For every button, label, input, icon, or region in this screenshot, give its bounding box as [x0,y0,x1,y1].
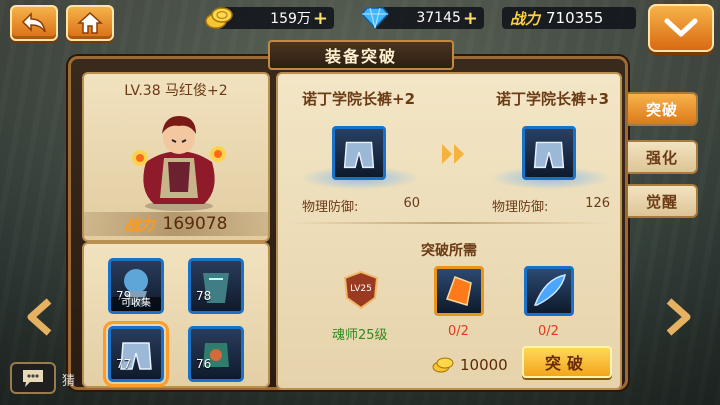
upgrade-arrow-icon [442,144,464,164]
current-stat-label: 物理防御: [302,200,359,215]
chat-button[interactable] [10,362,56,394]
crystal-icon [446,276,472,306]
equipment-icon [203,343,229,367]
breakthrough-panel: 诺丁学院长裤+2 诺丁学院长裤+3 物理防御: 60 物理防御: 126 突破所… [276,72,622,390]
tab-breakthrough[interactable]: 突破 [628,92,698,126]
material-1-count: 0/2 [448,324,469,339]
current-stat: 物理防御: 60 [302,196,420,215]
next-hero-button[interactable] [660,292,696,342]
current-stat-value: 60 [403,196,420,211]
equipment-slot[interactable]: 78 [188,258,244,314]
current-item-name: 诺丁学院长裤+2 [302,90,416,108]
equipment-slot[interactable]: 76 [188,326,244,382]
hero-card: LV.38 马红俊+2 战力 169078 [82,72,270,242]
back-button[interactable] [10,5,58,41]
gold-display: 159万 + [205,7,334,29]
diamond-icon [360,3,390,33]
chevron-right-icon [666,298,691,336]
equipment-slot[interactable]: 79 可收集 [108,258,164,314]
hero-power-bar: 战力 169078 [84,212,268,236]
chevron-left-icon [27,298,52,336]
next-stat-label: 物理防御: [492,200,549,215]
equipment-slot-selected[interactable]: 77 [103,321,169,387]
breakthrough-button[interactable]: 突破 [522,346,612,378]
speech-bubble-icon [23,370,43,387]
material-2-count: 0/2 [538,324,559,339]
chat-preview: 猜 [62,374,76,389]
current-item-slot[interactable] [332,126,386,180]
power-label: 战力 [510,9,541,28]
slot-level: 77 [116,357,132,371]
level-badge: LV25 [350,284,372,294]
hero-power-value: 169078 [162,214,228,234]
total-power: 战力 710355 [502,7,636,29]
next-item-slot[interactable] [522,126,576,180]
next-item-name: 诺丁学院长裤+3 [496,90,610,108]
requirements-title: 突破所需 [421,243,477,259]
slot-level: 78 [196,289,212,303]
home-icon [77,11,103,34]
level-requirement: 魂师25级 [332,328,388,343]
diamond-display: 37145 + [361,7,484,30]
next-stat-value: 126 [585,196,610,211]
gold-coin-icon [204,3,234,33]
pants-icon [343,141,375,169]
breakthrough-cost: 10000 [432,356,508,374]
diamond-amount: 37145 [416,10,461,26]
gold-coin-icon [432,357,454,373]
back-arrow-icon [21,12,46,33]
cost-value: 10000 [460,356,508,374]
add-diamond-icon[interactable]: + [463,8,478,29]
add-gold-icon[interactable]: + [313,8,328,29]
tab-enhance[interactable]: 强化 [628,140,698,174]
prev-hero-button[interactable] [22,292,58,342]
equipment-grid: 79 可收集 78 77 76 [82,242,270,388]
next-stat: 物理防御: 126 [492,196,610,215]
slot-caption: 可收集 [111,297,161,311]
feather-icon [533,274,566,306]
material-slot-2[interactable] [524,266,574,316]
slot-level: 76 [196,357,212,371]
menu-expand-button[interactable] [648,4,714,52]
tab-awaken[interactable]: 觉醒 [628,184,698,218]
power-value: 710355 [546,9,604,27]
equipment-icon [203,273,229,303]
pants-icon [533,141,565,169]
panel-title: 装备突破 [268,40,454,70]
divider [288,222,610,224]
pants-icon [120,342,152,370]
hero-level-name: LV.38 马红俊+2 [124,83,228,99]
material-slot-1[interactable] [434,266,484,316]
hero-power-label: 战力 [124,215,155,234]
home-button[interactable] [66,5,114,41]
hero-portrait [132,116,226,211]
gold-amount: 159万 [270,11,311,27]
chevron-down-icon [664,18,698,37]
